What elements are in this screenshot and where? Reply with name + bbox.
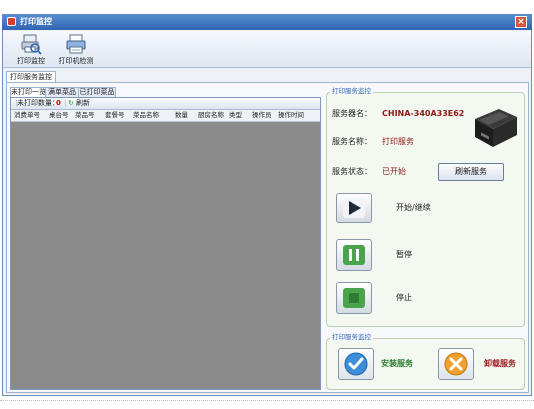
service-group-title: 打印服务监控 — [330, 87, 373, 95]
window-title: 打印监控 — [20, 17, 52, 26]
column-header[interactable]: 消费单号 — [14, 110, 40, 121]
uninstall-service-label: 卸载服务 — [484, 359, 516, 368]
service-status-value: 已开始 — [382, 167, 406, 176]
play-icon — [343, 198, 365, 218]
receipt-printer-image — [469, 103, 521, 149]
column-header[interactable]: 桌台号 — [49, 110, 69, 121]
divider — [0, 400, 534, 401]
start-label: 开始/继续 — [396, 203, 431, 212]
service-status-label: 服务状态： — [332, 167, 372, 176]
column-header[interactable]: 套餐号 — [105, 110, 125, 121]
refresh-service-button[interactable]: 刷新服务 — [438, 163, 504, 181]
service-name-value: 打印服务 — [382, 137, 414, 146]
stop-icon — [343, 288, 365, 308]
refresh-icon: ↻ — [68, 99, 74, 107]
column-header[interactable]: 厨房名称 — [198, 110, 224, 121]
unprinted-count-label: 未打印数量： — [17, 99, 59, 107]
close-button[interactable]: × — [515, 16, 527, 28]
printer-check-button[interactable]: 打印机检测 — [53, 32, 99, 66]
unprinted-count-value: 0 — [56, 99, 61, 107]
install-group-title: 打印服务监控 — [330, 333, 373, 341]
pause-label: 暂停 — [396, 250, 412, 259]
column-header[interactable]: 菜品名称 — [133, 110, 159, 121]
pause-button[interactable] — [336, 239, 372, 271]
service-name-label: 服务名称： — [332, 137, 372, 146]
cancel-icon — [444, 352, 468, 376]
tab-printed[interactable]: 已打印菜品 — [78, 87, 116, 97]
stop-label: 停止 — [396, 293, 412, 302]
unprinted-table-body[interactable] — [11, 122, 320, 389]
tab-full-order[interactable]: 满单菜品 — [45, 87, 79, 97]
print-monitor-label: 打印监控 — [17, 57, 45, 65]
column-header[interactable]: 操作时间 — [278, 110, 304, 121]
stop-button[interactable] — [336, 282, 372, 314]
install-service-label: 安装服务 — [381, 359, 413, 368]
check-icon — [344, 352, 368, 376]
column-header[interactable]: 数量 — [175, 110, 188, 121]
install-service-button[interactable] — [338, 348, 374, 380]
start-button[interactable] — [336, 193, 372, 223]
print-monitor-button[interactable]: 打印监控 — [11, 32, 51, 66]
app-icon — [7, 17, 16, 26]
list-toolbar: ⋮ 未打印数量： 0 | ↻ 刷新 — [11, 98, 320, 110]
column-header[interactable]: 操作员 — [252, 110, 272, 121]
monitor-icon — [20, 33, 42, 57]
printer-icon — [65, 33, 87, 57]
server-name-label: 服务器名： — [332, 109, 372, 118]
server-name-value: CHINA-340A33E62 — [382, 109, 465, 118]
separator: | — [64, 99, 67, 107]
uninstall-service-button[interactable] — [438, 348, 474, 380]
table-header: 消费单号 桌台号 菜品号 套餐号 菜品名称 数量 厨房名称 类型 操作员 操作时… — [11, 110, 320, 122]
column-header[interactable]: 菜品号 — [75, 110, 95, 121]
pause-icon — [343, 245, 365, 265]
toolbar: 打印监控 打印机检测 — [3, 31, 531, 68]
column-header[interactable]: 类型 — [229, 110, 242, 121]
refresh-list-button[interactable]: 刷新 — [76, 98, 90, 109]
title-bar: 打印监控 × — [2, 14, 532, 30]
printer-check-label: 打印机检测 — [58, 57, 94, 65]
